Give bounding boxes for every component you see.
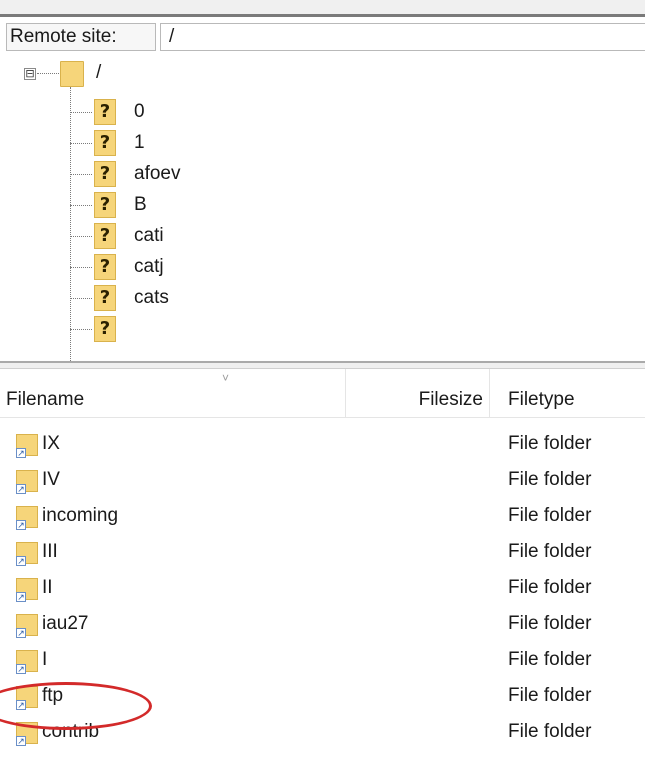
tree-item-label: 1 xyxy=(134,132,145,153)
file-type: File folder xyxy=(508,721,592,742)
column-header-filename[interactable]: ˅ Filename xyxy=(0,369,346,417)
column-header-filetype[interactable]: Filetype xyxy=(490,369,645,417)
list-item[interactable]: ↗ ftp File folder xyxy=(0,681,645,711)
file-name: II xyxy=(42,577,53,598)
folder-shortcut-icon: ↗ xyxy=(16,578,38,602)
tree-item-partial[interactable]: ? xyxy=(70,314,370,344)
remote-site-path-input[interactable]: / xyxy=(160,23,645,51)
remote-site-bar: Remote site: / xyxy=(0,17,645,58)
folder-shortcut-icon: ↗ xyxy=(16,434,38,458)
list-item[interactable]: ↗ I File folder xyxy=(0,645,645,675)
tree-connector xyxy=(70,112,92,113)
collapse-icon[interactable]: ⊟ xyxy=(24,68,36,80)
file-name: IV xyxy=(42,469,60,490)
file-type: File folder xyxy=(508,685,592,706)
tree-connector xyxy=(70,267,92,268)
file-name: IX xyxy=(42,433,60,454)
list-item[interactable]: ↗ III File folder xyxy=(0,537,645,567)
tree-root-label: / xyxy=(96,62,102,83)
tree-item[interactable]: ? catj xyxy=(70,252,370,282)
tree-connector xyxy=(37,73,59,74)
unknown-folder-icon: ? xyxy=(94,316,116,342)
tree-connector xyxy=(70,236,92,237)
file-type: File folder xyxy=(508,541,592,562)
list-item[interactable]: ↗ IX File folder xyxy=(0,429,645,459)
tree-item-label: cats xyxy=(134,287,169,308)
tree-connector xyxy=(70,143,92,144)
sort-chevron-icon: ˅ xyxy=(222,371,230,385)
column-header-label: Filesize xyxy=(418,389,483,410)
column-header-label: Filename xyxy=(6,389,85,410)
tree-connector xyxy=(70,174,92,175)
folder-shortcut-icon: ↗ xyxy=(16,650,38,674)
remote-site-label: Remote site: xyxy=(6,23,156,51)
file-type: File folder xyxy=(508,577,592,598)
file-type: File folder xyxy=(508,613,592,634)
file-list[interactable]: ↗ IX File folder ↗ IV File folder ↗ inco… xyxy=(0,429,645,757)
file-name: iau27 xyxy=(42,613,89,634)
file-type: File folder xyxy=(508,469,592,490)
tree-item[interactable]: ? afoev xyxy=(70,159,370,189)
unknown-folder-icon: ? xyxy=(94,130,116,156)
tree-connector xyxy=(70,205,92,206)
pane-splitter[interactable] xyxy=(0,361,645,369)
file-name: I xyxy=(42,649,48,670)
file-type: File folder xyxy=(508,433,592,454)
folder-shortcut-icon: ↗ xyxy=(16,614,38,638)
file-name: contrib xyxy=(42,721,100,742)
column-header-filesize[interactable]: Filesize xyxy=(346,369,490,417)
unknown-folder-icon: ? xyxy=(94,285,116,311)
tree-item-label: 0 xyxy=(134,101,145,122)
folder-icon xyxy=(60,61,84,87)
unknown-folder-icon: ? xyxy=(94,192,116,218)
folder-shortcut-icon: ↗ xyxy=(16,722,38,746)
list-item[interactable]: ↗ iau27 File folder xyxy=(0,609,645,639)
remote-directory-tree[interactable]: ⊟ / ? 0 ? 1 ? afoev ? B ? cati ? catj ? … xyxy=(0,57,645,361)
unknown-folder-icon: ? xyxy=(94,223,116,249)
tree-connector xyxy=(70,298,92,299)
file-type: File folder xyxy=(508,505,592,526)
tree-item[interactable]: ? cati xyxy=(70,221,370,251)
tree-connector xyxy=(70,329,92,330)
tree-item-label: cati xyxy=(134,225,164,246)
unknown-folder-icon: ? xyxy=(94,254,116,280)
file-name: incoming xyxy=(42,505,119,526)
column-header-label: Filetype xyxy=(508,389,575,410)
list-item[interactable]: ↗ II File folder xyxy=(0,573,645,603)
list-item[interactable]: ↗ contrib File folder xyxy=(0,717,645,747)
tree-item[interactable]: ? 0 xyxy=(70,97,370,127)
window-top-edge xyxy=(0,0,645,17)
list-item[interactable]: ↗ IV File folder xyxy=(0,465,645,495)
file-list-header: ˅ Filename Filesize Filetype xyxy=(0,369,645,418)
file-name: ftp xyxy=(42,685,64,706)
folder-shortcut-icon: ↗ xyxy=(16,506,38,530)
unknown-folder-icon: ? xyxy=(94,99,116,125)
tree-item[interactable]: ? 1 xyxy=(70,128,370,158)
folder-shortcut-icon: ↗ xyxy=(16,686,38,710)
tree-item-label: B xyxy=(134,194,147,215)
file-name: III xyxy=(42,541,58,562)
list-item[interactable]: ↗ incoming File folder xyxy=(0,501,645,531)
unknown-folder-icon: ? xyxy=(94,161,116,187)
tree-item[interactable]: ? cats xyxy=(70,283,370,313)
tree-item-label: catj xyxy=(134,256,164,277)
folder-shortcut-icon: ↗ xyxy=(16,542,38,566)
file-type: File folder xyxy=(508,649,592,670)
tree-item-label: afoev xyxy=(134,163,181,184)
folder-shortcut-icon: ↗ xyxy=(16,470,38,494)
tree-item[interactable]: ? B xyxy=(70,190,370,220)
